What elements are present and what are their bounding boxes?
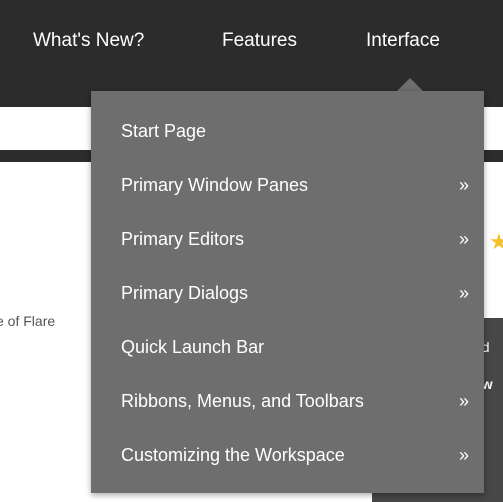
nav-item-features[interactable]: Features bbox=[222, 30, 297, 52]
double-chevron-right-icon: » bbox=[459, 175, 470, 195]
menu-item-label: Start Page bbox=[121, 121, 207, 141]
menu-item-primary-dialogs[interactable]: Primary Dialogs » bbox=[91, 268, 484, 322]
double-chevron-right-icon: » bbox=[459, 283, 470, 303]
menu-item-quick-launch-bar[interactable]: Quick Launch Bar bbox=[91, 322, 484, 376]
menu-item-label: Customizing the Workspace bbox=[121, 445, 345, 465]
menu-item-label: Primary Editors bbox=[121, 229, 245, 249]
menu-item-start-page[interactable]: Start Page bbox=[91, 106, 484, 160]
menu-item-label: Primary Window Panes bbox=[121, 175, 309, 195]
star-icon: ★ bbox=[489, 229, 503, 254]
menu-item-primary-editors[interactable]: Primary Editors » bbox=[91, 214, 484, 268]
menu-item-label: Primary Dialogs bbox=[121, 283, 249, 303]
menu-item-label: Quick Launch Bar bbox=[121, 337, 265, 357]
menu-item-label: Ribbons, Menus, and Toolbars bbox=[121, 391, 364, 411]
background-text-left: e of Flare bbox=[0, 313, 56, 329]
double-chevron-right-icon: » bbox=[459, 391, 470, 411]
double-chevron-right-icon: » bbox=[459, 445, 470, 465]
nav-item-interface[interactable]: Interface bbox=[366, 30, 440, 52]
nav-item-whats-new[interactable]: What's New? bbox=[33, 30, 144, 52]
double-chevron-right-icon: » bbox=[459, 229, 470, 249]
menu-item-primary-window-panes[interactable]: Primary Window Panes » bbox=[91, 160, 484, 214]
dropdown-caret bbox=[396, 78, 424, 92]
menu-item-customizing-workspace[interactable]: Customizing the Workspace » bbox=[91, 430, 484, 484]
interface-dropdown-menu: Start Page Primary Window Panes » Primar… bbox=[91, 91, 484, 493]
menu-item-ribbons-menus-toolbars[interactable]: Ribbons, Menus, and Toolbars » bbox=[91, 376, 484, 430]
